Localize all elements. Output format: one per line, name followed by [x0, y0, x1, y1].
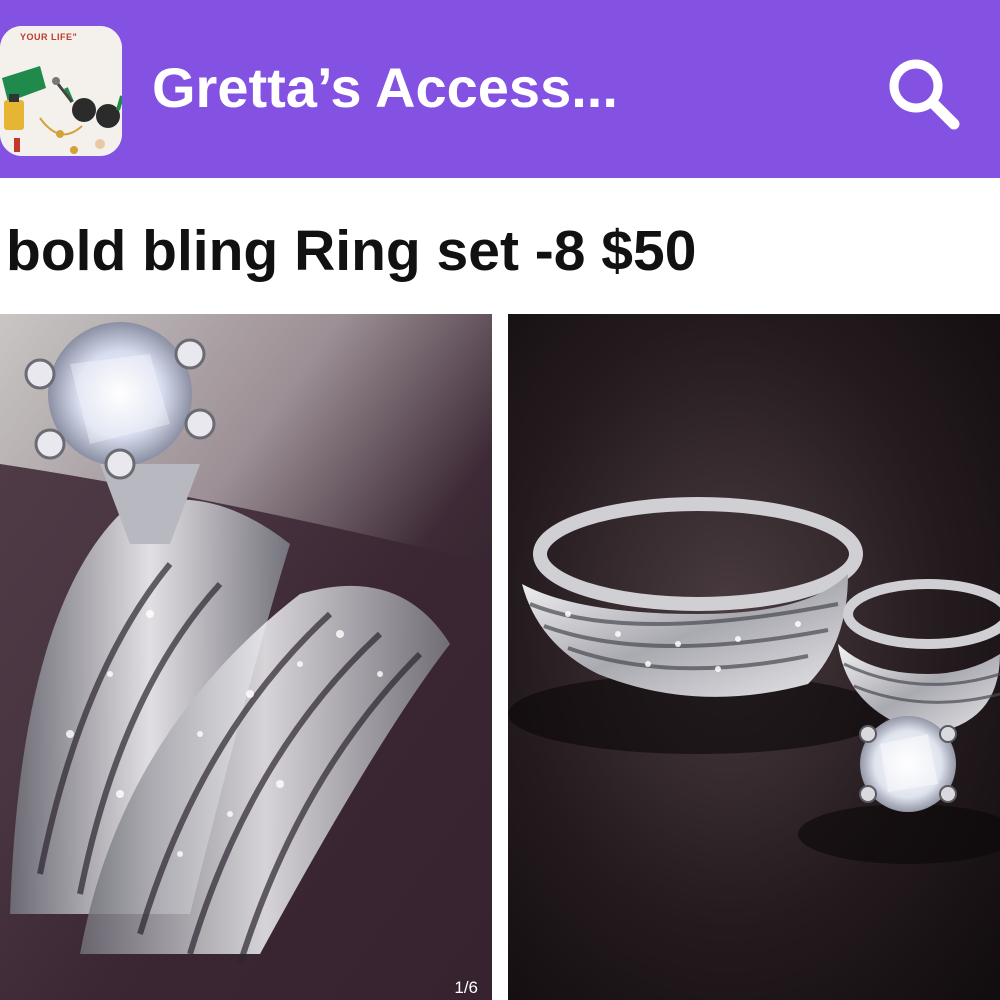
logo-tagline: YOUR LIFE" [20, 32, 78, 42]
shop-header: YOUR LIFE" Gretta’s Access... [0, 0, 1000, 178]
photo-counter: 1/6 [454, 978, 478, 997]
shop-logo-image-icon [0, 26, 122, 156]
shop-title[interactable]: Gretta’s Access... [152, 56, 618, 120]
gallery-photo-1[interactable]: 1/6 [0, 314, 492, 1000]
listing-title: bold bling Ring set -8 $50 [6, 219, 697, 283]
gallery-photo-2[interactable] [508, 314, 1000, 1000]
search-button[interactable] [878, 48, 968, 138]
ring-set-photo-closeup-icon [0, 314, 492, 1000]
photo-gallery[interactable]: 1/6 [0, 314, 1000, 1000]
ring-set-photo-pair-icon [508, 314, 1000, 1000]
search-icon [889, 59, 960, 130]
shop-logo[interactable]: YOUR LIFE" [0, 26, 122, 156]
app-screen: YOUR LIFE" Gretta’s Access... bold bling… [0, 0, 1000, 1000]
